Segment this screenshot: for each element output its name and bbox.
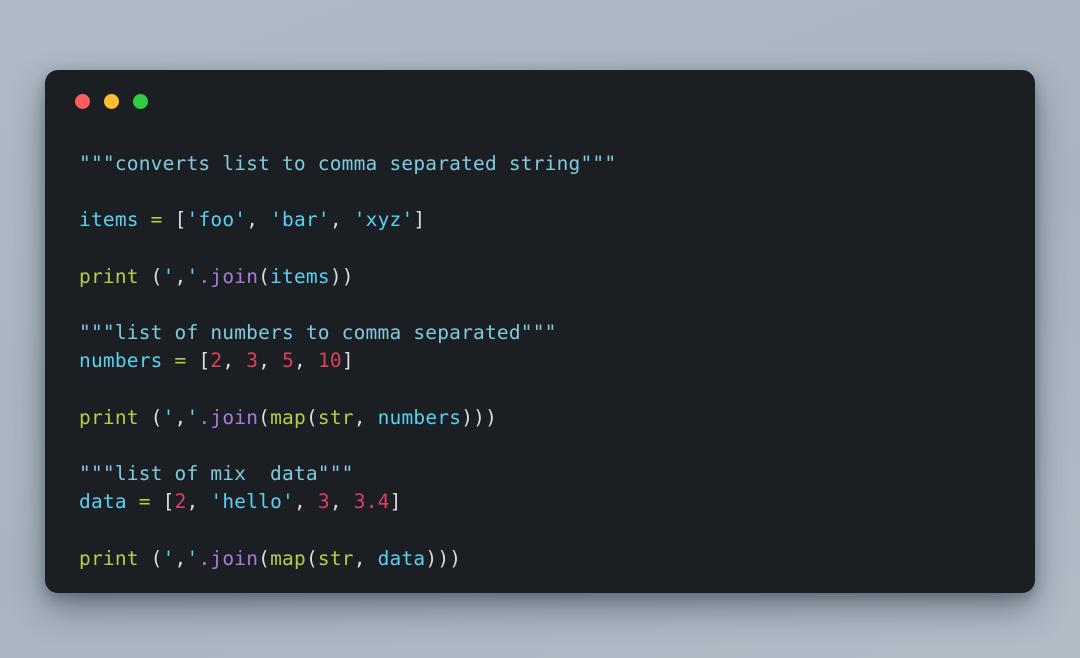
code-token-keyword: print <box>79 546 139 570</box>
code-token-punct: ( <box>258 546 271 570</box>
code-token-string: ' <box>162 264 175 288</box>
code-token-op: = <box>174 349 187 373</box>
code-window: """converts list to comma separated stri… <box>45 70 1035 593</box>
code-line: data = [2, 'hello', 3, 3.4] <box>79 488 1001 516</box>
code-line: print (','.join(map(str, data))) <box>79 545 1001 573</box>
code-token-punct: ( <box>305 405 318 429</box>
code-token-punct: , <box>294 490 318 514</box>
code-token-string: ' <box>186 546 199 570</box>
code-token-string: ' <box>162 405 175 429</box>
code-line: """list of mix data""" <box>79 460 1001 488</box>
code-token-method: .join <box>198 405 259 429</box>
code-token-punct: ( <box>138 546 163 570</box>
code-token-method: .join <box>198 546 259 570</box>
code-token-keyword: str <box>317 405 354 429</box>
code-token-punct: , <box>174 264 187 288</box>
code-token-punct: ( <box>305 546 318 570</box>
code-token-punct: ] <box>389 490 402 514</box>
code-token-string: 'hello' <box>210 490 295 514</box>
code-token-punct: ))) <box>425 546 462 570</box>
code-token-doc: """list of mix data""" <box>79 462 354 486</box>
code-token-keyword: map <box>270 405 306 429</box>
code-token-var: items <box>79 208 139 232</box>
code-line: """list of numbers to comma separated""" <box>79 319 1001 347</box>
code-token-op: = <box>150 208 163 232</box>
code-token-var: items <box>270 264 330 288</box>
code-token-punct: )) <box>329 264 354 288</box>
code-token-var: numbers <box>377 405 462 429</box>
code-token-punct: [ <box>162 490 175 514</box>
code-token-punct: , <box>258 349 283 373</box>
code-token-punct: ( <box>138 264 163 288</box>
code-token-punct: ( <box>258 405 271 429</box>
code-token-punct: ] <box>413 208 426 232</box>
code-token-punct: ] <box>341 349 354 373</box>
code-token-keyword: print <box>79 264 139 288</box>
code-token-punct <box>151 490 163 513</box>
code-token-punct: , <box>174 546 187 570</box>
code-token-method: .join <box>198 264 259 288</box>
code-token-punct: , <box>353 546 378 570</box>
code-token-number: 5 <box>282 349 295 373</box>
code-token-punct: , <box>329 208 354 232</box>
code-token-number: 3.4 <box>353 490 390 514</box>
code-token-string: 'bar' <box>270 208 330 232</box>
code-token-keyword: str <box>317 546 354 570</box>
code-token-op: = <box>138 490 151 514</box>
code-line: """converts list to comma separated stri… <box>79 150 1001 178</box>
code-token-punct <box>187 349 199 372</box>
code-token-punct: ))) <box>461 405 498 429</box>
code-token-var: data <box>377 546 426 570</box>
code-token-punct: , <box>222 349 247 373</box>
code-line: print (','.join(map(str, numbers))) <box>79 404 1001 432</box>
code-token-number: 3 <box>317 490 330 514</box>
code-token-punct: , <box>294 349 318 373</box>
code-token-string: 'xyz' <box>353 208 414 232</box>
code-token-var: numbers <box>79 349 163 373</box>
page-background: """converts list to comma separated stri… <box>0 0 1080 658</box>
code-token-number: 3 <box>246 349 259 373</box>
code-token-punct: , <box>186 490 211 514</box>
code-token-string: ' <box>186 264 199 288</box>
code-token-punct: ( <box>258 264 271 288</box>
code-token-punct: , <box>174 405 187 429</box>
code-token-punct: ( <box>138 405 163 429</box>
code-line: items = ['foo', 'bar', 'xyz'] <box>79 206 1001 234</box>
code-token-string: 'foo' <box>186 208 247 232</box>
maximize-window-button[interactable] <box>133 93 148 109</box>
code-editor[interactable]: """converts list to comma separated stri… <box>45 132 1035 573</box>
code-token-number: 2 <box>174 490 187 514</box>
code-token-keyword: map <box>270 546 306 570</box>
code-token-punct <box>127 490 139 513</box>
code-token-string: ' <box>162 546 175 570</box>
code-token-punct: [ <box>198 349 211 373</box>
code-token-punct: , <box>329 490 354 514</box>
code-token-number: 2 <box>210 349 223 373</box>
code-token-number: 10 <box>317 349 342 373</box>
code-token-var: data <box>79 490 127 514</box>
code-line: numbers = [2, 3, 5, 10] <box>79 347 1001 375</box>
code-line: print (','.join(items)) <box>79 263 1001 291</box>
code-token-doc: """list of numbers to comma separated""" <box>79 321 557 345</box>
close-window-button[interactable] <box>75 93 90 109</box>
code-token-punct: [ <box>174 208 187 232</box>
code-token-punct: , <box>353 405 378 429</box>
window-titlebar <box>45 70 1035 132</box>
code-token-string: ' <box>186 405 199 429</box>
code-token-punct: , <box>246 208 271 232</box>
code-token-punct <box>163 208 175 231</box>
code-token-punct <box>139 208 151 231</box>
code-token-punct <box>163 349 175 372</box>
code-token-keyword: print <box>79 405 139 429</box>
code-token-doc: """converts list to comma separated stri… <box>79 152 617 175</box>
minimize-window-button[interactable] <box>104 93 119 109</box>
